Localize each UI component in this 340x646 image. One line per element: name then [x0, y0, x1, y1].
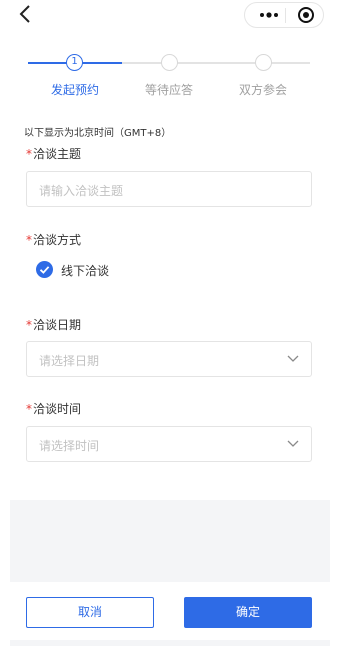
mode-label: *洽谈方式 [26, 231, 81, 248]
back-button[interactable] [16, 3, 36, 25]
chevron-down-icon [287, 355, 299, 362]
date-placeholder: 请选择日期 [39, 354, 100, 368]
step-1-label: 发起预约 [50, 83, 99, 97]
topic-input[interactable]: 请输入洽谈主题 [26, 171, 312, 207]
mode-label-text: 洽谈方式 [33, 233, 82, 247]
more-button[interactable] [255, 3, 283, 27]
target-circle-icon [298, 7, 314, 23]
topic-placeholder: 请输入洽谈主题 [39, 184, 124, 198]
chevron-down-icon [287, 440, 299, 447]
top-bar [0, 0, 340, 30]
bottom-safe-area [10, 640, 330, 646]
step-1-dot: 1 [66, 54, 83, 71]
time-select[interactable]: 请选择时间 [26, 426, 312, 462]
offline-mode-label[interactable]: 线下洽谈 [61, 262, 109, 279]
mini-program-capsule [244, 2, 324, 28]
time-placeholder: 请选择时间 [39, 439, 100, 453]
step-2-dot [161, 54, 178, 71]
check-icon [39, 266, 50, 274]
date-label-text: 洽谈日期 [33, 318, 82, 332]
timezone-note: 以下显示为北京时间（GMT+8） [24, 128, 172, 139]
cancel-button[interactable]: 取消 [26, 597, 154, 628]
step-3-label: 双方参会 [238, 83, 287, 97]
step-2-label: 等待应答 [144, 83, 193, 97]
content-spacer [10, 500, 330, 582]
confirm-button[interactable]: 确定 [184, 597, 312, 628]
capsule-divider [285, 8, 286, 23]
more-dots-icon [260, 12, 278, 18]
close-mini-program-button[interactable] [293, 3, 319, 27]
offline-mode-checkbox[interactable] [36, 261, 53, 278]
time-label: *洽谈时间 [26, 400, 81, 417]
chevron-left-icon [19, 5, 30, 23]
date-select[interactable]: 请选择日期 [26, 341, 312, 377]
required-mark: * [26, 233, 32, 247]
time-label-text: 洽谈时间 [33, 402, 82, 416]
step-3-dot [255, 54, 272, 71]
required-mark: * [26, 402, 32, 416]
date-label: *洽谈日期 [26, 316, 81, 333]
required-mark: * [26, 147, 32, 161]
topic-label: *洽谈主题 [26, 145, 81, 162]
required-mark: * [26, 318, 32, 332]
topic-label-text: 洽谈主题 [33, 147, 82, 161]
